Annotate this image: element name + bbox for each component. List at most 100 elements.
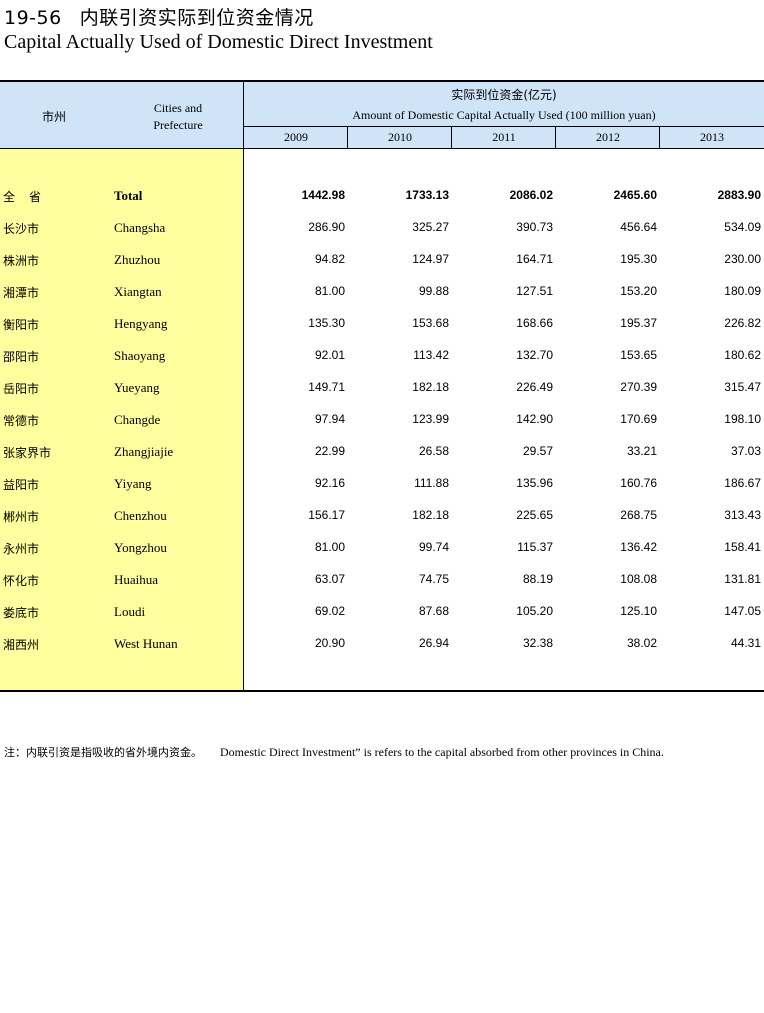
value-cell-2013: 147.05 (724, 604, 761, 618)
value-cell-2013: 230.00 (724, 252, 761, 266)
footnote-en: Domestic Direct Investment” is refers to… (220, 745, 664, 759)
value-cell-2009: 22.99 (314, 444, 345, 458)
city-name-cn: 娄底市 (3, 606, 40, 620)
footnote-cn: 注：内联引资是指吸收的省外境内资金。 (4, 746, 202, 759)
value-cell-2010: 124.97 (412, 252, 449, 266)
city-name-cn: 郴州市 (3, 510, 40, 524)
city-name-en: Shaoyang (114, 348, 166, 363)
value-cell-2011: 105.20 (516, 604, 553, 618)
table-row: 张家界市 Zhangjiajie 22.99 26.58 29.57 33.21 37.03 (0, 444, 764, 464)
header-divider (244, 126, 764, 127)
value-cell-2012: 2465.60 (613, 188, 657, 202)
city-name-en: Hengyang (114, 316, 168, 331)
value-cell-2009: 135.30 (308, 316, 345, 330)
value-cell-2012: 160.76 (620, 476, 657, 490)
value-cell-2010: 325.27 (412, 220, 449, 234)
city-name-cn: 岳阳市 (3, 382, 40, 396)
city-name-en: Zhuzhou (114, 252, 161, 267)
city-name-en: Huaihua (114, 572, 159, 587)
value-cell-2013: 158.41 (724, 540, 761, 554)
value-cell-2009: 20.90 (314, 636, 345, 650)
year-header: 2010 (388, 130, 412, 144)
value-cell-2009: 286.90 (308, 220, 345, 234)
value-cell-2011: 225.65 (516, 508, 553, 522)
table-row: 湘潭市 Xiangtan 81.00 99.88 127.51 153.20 180.09 (0, 284, 764, 304)
value-cell-2012: 170.69 (620, 412, 657, 426)
value-cell-2012: 125.10 (620, 604, 657, 618)
header-amount-cn: 实际到位资金(亿元) (451, 88, 557, 102)
value-cell-2012: 270.39 (620, 380, 657, 394)
value-cell-2013: 37.03 (730, 444, 761, 458)
table-number: 19-56 (4, 7, 62, 29)
value-cell-2009: 156.17 (308, 508, 345, 522)
value-cell-2010: 99.74 (418, 540, 449, 554)
table-row: 株洲市 Zhuzhou 94.82 124.97 164.71 195.30 230.00 (0, 252, 764, 272)
footnote: 注：内联引资是指吸收的省外境内资金。 Domestic Direct Invest… (4, 741, 664, 760)
city-name-cn: 全省 (3, 190, 56, 204)
value-cell-2010: 111.88 (414, 476, 449, 490)
value-cell-2012: 456.64 (620, 220, 657, 234)
city-name-cn: 永州市 (3, 542, 40, 556)
value-cell-2011: 226.49 (516, 380, 553, 394)
value-cell-2011: 168.66 (516, 316, 553, 330)
table-row: 长沙市 Changsha 286.90 325.27 390.73 456.64 534.0… (0, 220, 764, 240)
value-cell-2011: 390.73 (516, 220, 553, 234)
value-cell-2011: 29.57 (522, 444, 553, 458)
value-cell-2012: 33.21 (626, 444, 657, 458)
value-cell-2012: 268.75 (620, 508, 657, 522)
value-cell-2012: 153.65 (620, 348, 657, 362)
city-name-cn: 湘潭市 (3, 286, 40, 300)
page-title-cn: 19-56 内联引资实际到位资金情况 (4, 3, 314, 30)
value-cell-2010: 74.75 (418, 572, 449, 586)
table-row: 郴州市 Chenzhou 156.17 182.18 225.65 268.75 313.4… (0, 508, 764, 528)
city-name-en: Changde (114, 412, 161, 427)
city-name-en: Changsha (114, 220, 166, 235)
table-row: 娄底市 Loudi 69.02 87.68 105.20 125.10 147.05 (0, 604, 764, 624)
value-cell-2013: 226.82 (724, 316, 761, 330)
city-name-cn: 邵阳市 (3, 350, 40, 364)
city-name-en: Yiyang (114, 476, 152, 491)
page-title-en: Capital Actually Used of Domestic Direct… (4, 31, 433, 53)
year-header: 2011 (492, 130, 516, 144)
value-cell-2010: 87.68 (418, 604, 449, 618)
header-city-en: Cities and Prefecture (130, 100, 226, 134)
data-table: 市州 Cities and Prefecture 实际到位资金(亿元) Amou… (0, 80, 764, 692)
table-row: 永州市 Yongzhou 81.00 99.74 115.37 136.42 158.41 (0, 540, 764, 560)
table-row: 益阳市 Yiyang 92.16 111.88 135.96 160.76 186.67 (0, 476, 764, 496)
value-cell-2009: 97.94 (314, 412, 345, 426)
table-row: 怀化市 Huaihua 63.07 74.75 88.19 108.08 131.81 (0, 572, 764, 592)
total-row: 全省 Total 1442.98 1733.13 2086.02 2465.60 2883.… (0, 188, 764, 208)
value-cell-2011: 135.96 (516, 476, 553, 490)
table-bottom-rule (0, 690, 764, 692)
value-cell-2013: 180.62 (724, 348, 761, 362)
city-name-en: Loudi (114, 604, 146, 619)
table-row: 岳阳市 Yueyang 149.71 182.18 226.49 270.39 315.47 (0, 380, 764, 400)
city-name-cn: 长沙市 (3, 222, 40, 236)
value-cell-2009: 81.00 (314, 284, 345, 298)
value-cell-2010: 123.99 (412, 412, 449, 426)
value-cell-2009: 63.07 (314, 572, 345, 586)
value-cell-2009: 149.71 (308, 380, 345, 394)
city-name-en: Xiangtan (114, 284, 162, 299)
header-city-cn: 市州 (42, 110, 67, 124)
table-row: 常德市 Changde 97.94 123.99 142.90 170.69 198.10 (0, 412, 764, 432)
year-header: 2012 (596, 130, 620, 144)
value-cell-2009: 92.01 (314, 348, 345, 362)
value-cell-2013: 2883.90 (717, 188, 761, 202)
value-cell-2013: 186.67 (724, 476, 761, 490)
value-cell-2013: 44.31 (730, 636, 761, 650)
value-cell-2009: 1442.98 (301, 188, 345, 202)
value-cell-2012: 136.42 (620, 540, 657, 554)
table-row: 湘西州 West Hunan 20.90 26.94 32.38 38.02 44.31 (0, 636, 764, 656)
year-header: 2009 (284, 130, 308, 144)
value-cell-2009: 94.82 (314, 252, 345, 266)
value-cell-2013: 315.47 (724, 380, 761, 394)
city-name-cn: 常德市 (3, 414, 40, 428)
city-name-cn: 张家界市 (3, 446, 52, 460)
value-cell-2009: 92.16 (314, 476, 345, 490)
value-cell-2012: 195.37 (620, 316, 657, 330)
city-name-en: Total (114, 188, 143, 203)
value-cell-2009: 69.02 (314, 604, 345, 618)
value-cell-2012: 38.02 (626, 636, 657, 650)
value-cell-2011: 127.51 (516, 284, 553, 298)
